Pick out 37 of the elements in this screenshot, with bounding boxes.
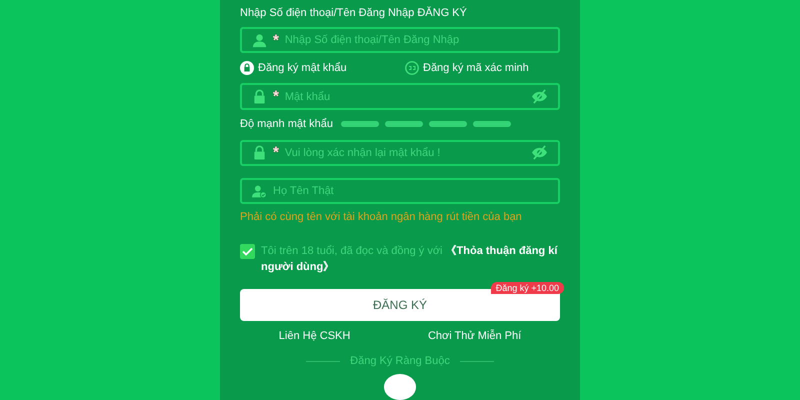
agreement-link[interactable]: 《Thỏa thuận đăng kí <box>446 245 558 258</box>
lock-icon <box>252 89 267 104</box>
form-title: Nhập Số điện thoại/Tên Đăng Nhập ĐĂNG KÝ <box>240 7 468 19</box>
placeholder: Vui lòng xác nhận lại mật khẩu ! <box>284 146 442 159</box>
eye-slash-icon[interactable] <box>531 145 548 160</box>
required-mark: * <box>273 89 279 104</box>
placeholder: Nhập Số điện thoại/Tên Đăng Nhập <box>284 34 460 46</box>
strength-segment <box>384 120 423 127</box>
hint-text: Phải có cùng tên với tài khoản ngân hàng rút tiền của bạn <box>240 211 523 224</box>
strength-segment <box>472 120 511 127</box>
strength-segment <box>428 120 467 127</box>
user-icon <box>252 32 267 48</box>
agreement-text: Tôi trên 18 tuổi, đã đọc và đồng ý với <box>261 245 442 258</box>
lock-icon <box>252 145 267 160</box>
link[interactable]: Liên Hệ CSKH <box>278 330 350 342</box>
link[interactable]: Chơi Thử Miễn Phí <box>428 330 522 342</box>
placeholder: Họ Tên Thật <box>273 185 335 198</box>
eye-slash-icon[interactable] <box>531 89 548 104</box>
agreement-link[interactable]: người dùng》 <box>261 259 558 276</box>
circle-button[interactable] <box>384 374 416 400</box>
input-field[interactable]: * Nhập Số điện thoại/Tên Đăng Nhập <box>240 27 560 54</box>
placeholder: Mật khẩu <box>284 90 332 103</box>
required-mark: * <box>273 32 279 48</box>
input-field[interactable]: Họ Tên Thật <box>240 178 560 204</box>
required-mark: * <box>273 145 279 160</box>
checkbox[interactable] <box>240 244 255 260</box>
tab[interactable]: Đăng ký mật khẩu <box>240 61 395 76</box>
input-field[interactable]: * Vui lòng xác nhận lại mật khẩu ! <box>240 140 560 166</box>
tab[interactable]: Đăng ký mã xác minh <box>395 61 560 76</box>
input-field[interactable]: * Mật khẩu <box>240 83 560 110</box>
code-icon <box>405 61 419 76</box>
bonus-badge: Đăng ký +10.00 <box>490 282 564 294</box>
person-check-icon <box>252 184 267 199</box>
strength-segment <box>340 120 379 127</box>
section-divider-label: Đăng Ký Ràng Buộc <box>350 355 450 368</box>
strength-label: Độ mạnh mật khẩu <box>240 118 333 130</box>
lock-icon <box>240 61 254 76</box>
